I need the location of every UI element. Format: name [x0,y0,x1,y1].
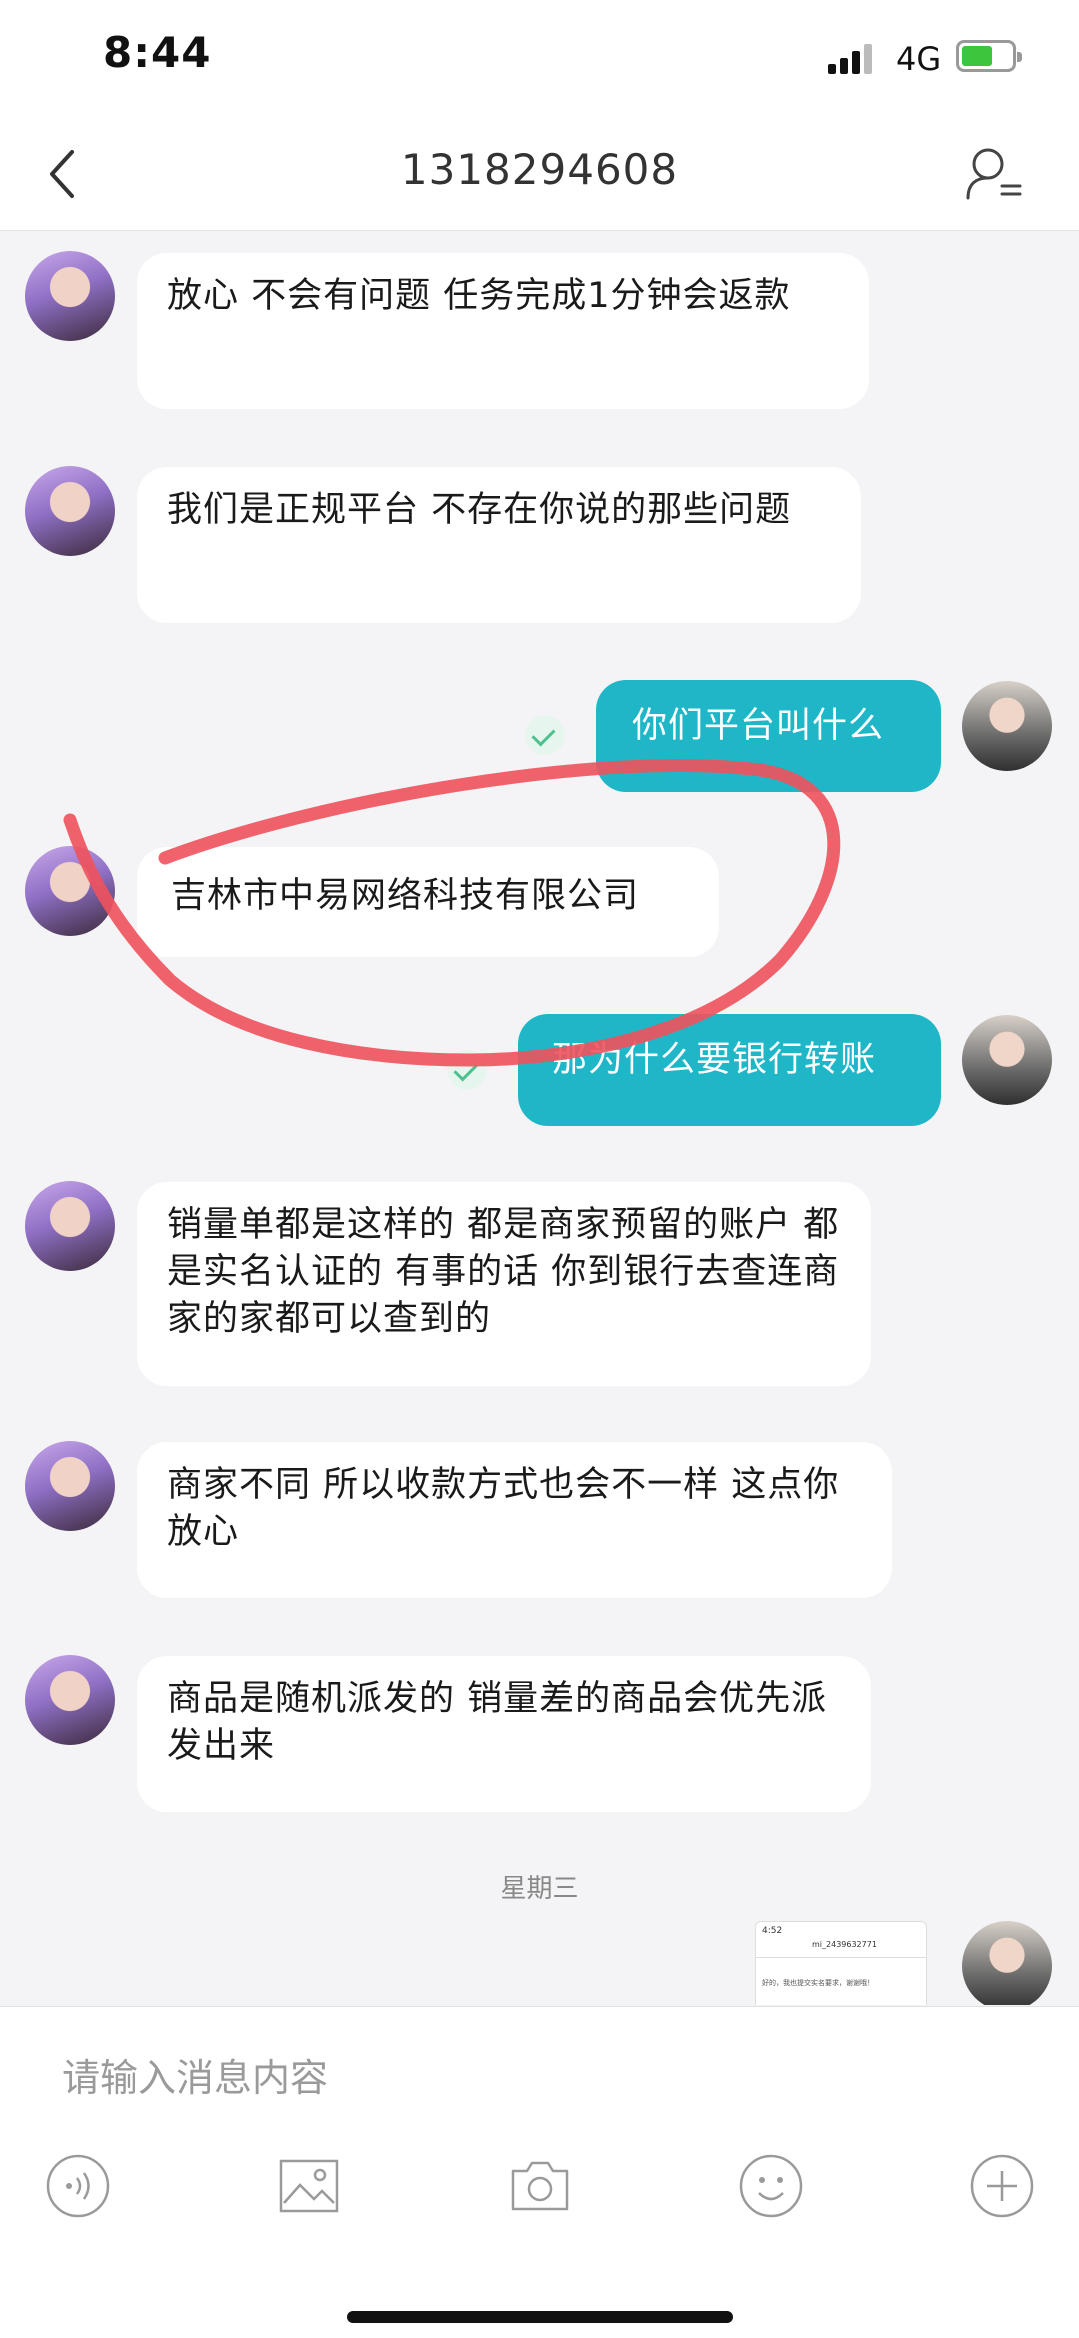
incoming-message[interactable]: 商品是随机派发的 销量差的商品会优先派发出来 [137,1656,871,1812]
emoji-icon[interactable] [738,2153,804,2219]
home-indicator[interactable] [347,2311,733,2323]
contact-avatar[interactable] [25,1655,115,1745]
thumb-text: 好的，我也提交实名要求，谢谢哦！ [762,1979,874,1987]
chat-message-list[interactable]: 放心 不会有问题 任务完成1分钟会返款 我们是正规平台 不存在你说的那些问题 你… [0,231,1079,2005]
chat-header: 1318294608 [0,120,1079,231]
date-separator: 星期三 [500,1874,579,1904]
contact-avatar[interactable] [25,466,115,556]
thumb-time: 4:52 [762,1926,783,1936]
incoming-message[interactable]: 销量单都是这样的 都是商家预留的账户 都是实名认证的 有事的话 你到银行去查连商… [137,1182,871,1386]
signal-icon [828,44,878,74]
incoming-message[interactable]: 我们是正规平台 不存在你说的那些问题 [137,467,861,623]
voice-icon[interactable] [45,2153,111,2219]
incoming-message[interactable]: 吉林市中易网络科技有限公司 [137,847,719,957]
plus-icon[interactable] [969,2153,1035,2219]
contact-avatar[interactable] [25,251,115,341]
contact-avatar[interactable] [25,1181,115,1271]
read-receipt-icon [447,1050,487,1090]
incoming-message[interactable]: 放心 不会有问题 任务完成1分钟会返款 [137,253,869,409]
message-input[interactable]: 请输入消息内容 [62,2047,328,2102]
contact-profile-icon[interactable] [962,142,1026,206]
status-bar: 8:44 4G [0,0,1079,120]
read-receipt-icon [525,715,565,755]
image-icon[interactable] [276,2153,342,2219]
chat-title: 1318294608 [400,145,679,194]
thumb-title: mi_2439632771 [812,1940,877,1949]
battery-icon [956,40,1022,72]
outgoing-message[interactable]: 你们平台叫什么 [596,680,941,792]
outgoing-message[interactable]: 那为什么要银行转账 [518,1014,941,1126]
image-message[interactable]: 4:52 mi_2439632771 好的，我也提交实名要求，谢谢哦！ [755,1921,927,2005]
message-composer: 请输入消息内容 [0,2006,1079,2338]
my-avatar[interactable] [962,1921,1052,2005]
contact-avatar[interactable] [25,846,115,936]
status-time: 8:44 [103,28,212,77]
contact-avatar[interactable] [25,1441,115,1531]
camera-icon[interactable] [507,2153,573,2219]
incoming-message[interactable]: 商家不同 所以收款方式也会不一样 这点你放心 [137,1442,892,1598]
my-avatar[interactable] [962,681,1052,771]
network-label: 4G [896,40,942,78]
my-avatar[interactable] [962,1015,1052,1105]
